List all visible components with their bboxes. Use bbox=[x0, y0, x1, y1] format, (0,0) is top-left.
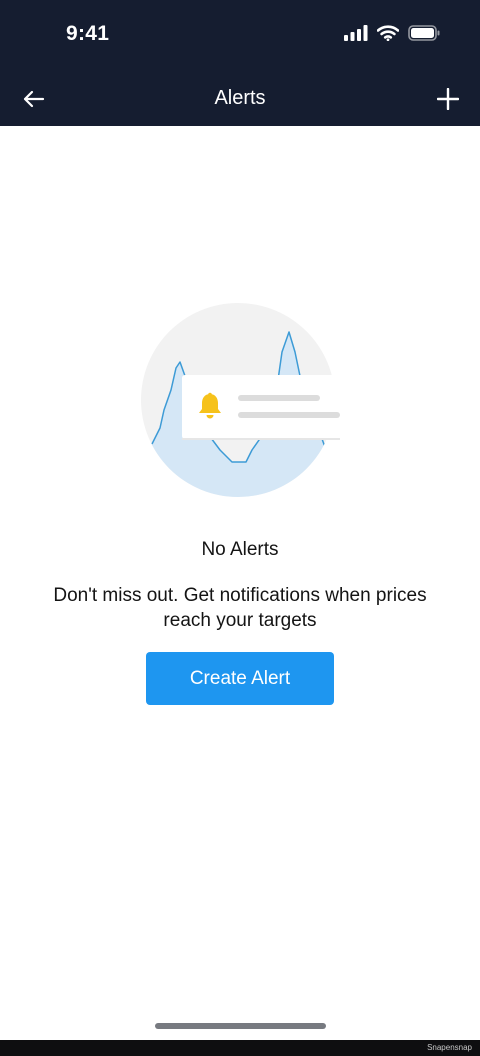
bell-icon bbox=[199, 392, 221, 419]
plus-icon bbox=[437, 88, 459, 110]
signal-icon bbox=[344, 25, 368, 41]
status-time: 9:41 bbox=[66, 22, 110, 45]
add-alert-button[interactable] bbox=[432, 84, 464, 114]
empty-illustration bbox=[140, 302, 340, 502]
status-icons bbox=[344, 25, 440, 41]
home-indicator[interactable] bbox=[155, 1023, 326, 1029]
empty-state-title: No Alerts bbox=[201, 539, 279, 560]
app-header: 9:41 Alerts bbox=[0, 0, 480, 126]
watermark-text: Snapensnap bbox=[427, 1043, 472, 1052]
create-alert-button[interactable]: Create Alert bbox=[146, 652, 334, 705]
page-title: Alerts bbox=[214, 87, 266, 109]
alerts-screen: 9:41 Alerts No Alerts Don't miss out. Ge… bbox=[0, 0, 480, 1056]
wifi-icon bbox=[377, 25, 399, 41]
bottom-strip bbox=[0, 1040, 480, 1056]
battery-icon bbox=[408, 25, 440, 41]
empty-state-description: Don't miss out. Get notifications when p… bbox=[53, 585, 427, 631]
